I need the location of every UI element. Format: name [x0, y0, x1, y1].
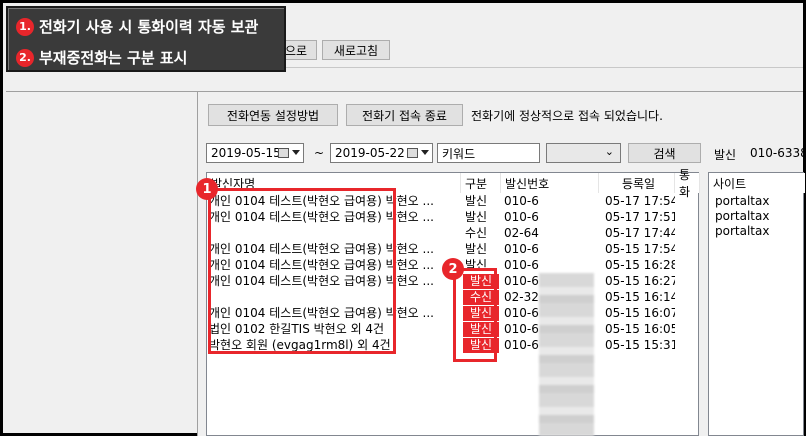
call-type-cell: 발신: [465, 210, 488, 224]
column-header-date[interactable]: 등록일: [599, 173, 675, 193]
date-to-value: 2019-05-22: [335, 146, 405, 160]
registered-date-cell: 05-15 16:28: [605, 258, 675, 272]
site-item[interactable]: portaltax: [715, 194, 769, 209]
number-badge-icon: 1.: [16, 17, 34, 36]
call-type-cell: 수신: [465, 226, 488, 240]
phone-setup-guide-button[interactable]: 전화연동 설정방법: [208, 104, 338, 126]
calendar-icon[interactable]: [407, 148, 418, 158]
chevron-down-icon[interactable]: [292, 150, 300, 155]
search-button[interactable]: 검색: [628, 143, 701, 163]
marker-1: 1: [196, 178, 218, 200]
date-to-picker[interactable]: 2019-05-22: [330, 143, 433, 163]
phone-disconnect-button[interactable]: 전화기 접속 종료: [346, 104, 463, 126]
registered-date-cell: 05-17 17:54: [605, 194, 675, 208]
marker-2: 2: [442, 258, 464, 280]
site-item[interactable]: portaltax: [715, 224, 769, 239]
call-history-panel: 전화연동 설정방법 전화기 접속 종료 전화기에 정상적으로 접속 되었습니다.…: [196, 92, 806, 436]
site-list[interactable]: 사이트 portaltax portaltax portaltax: [708, 172, 805, 436]
registered-date-cell: 05-15 16:07: [605, 306, 675, 320]
number-badge-icon: 2.: [16, 48, 34, 67]
registered-date-cell: 05-15 16:27: [605, 274, 675, 288]
registered-date-cell: 05-17 17:51: [605, 210, 675, 224]
column-header-call[interactable]: 통화: [675, 168, 700, 199]
registered-date-cell: 05-15 16:05: [605, 322, 675, 336]
feature-callout: 1. 전화기 사용 시 통화이력 자동 보관 2. 부재중전화는 구분 표시: [6, 6, 286, 72]
highlight-box-missed: [453, 268, 497, 362]
column-header-site[interactable]: 사이트: [709, 173, 805, 193]
date-from-picker[interactable]: 2019-05-15: [206, 143, 304, 163]
caller-number-cell: 010-6: [504, 194, 539, 208]
caller-number-cell: 02-64: [504, 226, 539, 240]
caller-number-cell: 02-32: [504, 290, 539, 304]
callout-item-2-text: 부재중전화는 구분 표시: [39, 49, 188, 67]
registered-date-cell: 05-15 16:14: [605, 290, 675, 304]
keyword-placeholder: 키워드: [442, 146, 476, 161]
caller-number-cell: 010-6: [504, 258, 539, 272]
caller-number-cell: 010-6: [504, 274, 539, 288]
chevron-down-icon[interactable]: [421, 150, 429, 155]
redacted-numbers: [539, 273, 594, 436]
highlight-box-history: [208, 188, 396, 354]
date-from-value: 2019-05-15: [211, 146, 281, 160]
filter-select[interactable]: ⌄: [546, 143, 621, 163]
caller-number-cell: 010-6: [504, 306, 539, 320]
call-type-cell: 발신: [465, 242, 488, 256]
caller-number-cell: 010-6: [504, 242, 539, 256]
callout-item-1: 1. 전화기 사용 시 통화이력 자동 보관: [16, 16, 258, 37]
registered-date-cell: 05-17 17:44: [605, 226, 675, 240]
caller-number-cell: 010-6: [504, 210, 539, 224]
registered-date-cell: 05-15 15:31: [605, 338, 675, 352]
chevron-down-icon[interactable]: ⌄: [605, 145, 614, 158]
keyword-input[interactable]: 키워드: [437, 143, 540, 163]
connection-status-text: 전화기에 정상적으로 접속 되었습니다.: [471, 109, 663, 123]
callout-item-1-text: 전화기 사용 시 통화이력 자동 보관: [39, 18, 259, 36]
date-range-separator: ~: [314, 146, 325, 160]
registered-date-cell: 05-15 17:54: [605, 242, 675, 256]
caller-number-cell: 010-6: [504, 338, 539, 352]
column-header-number[interactable]: 발신번호: [501, 173, 599, 193]
caller-label: 발신: [714, 148, 737, 162]
refresh-button[interactable]: 새로고침: [322, 40, 390, 60]
caller-number-cell: 010-6: [504, 322, 539, 336]
caller-number: 010-6338-: [750, 146, 806, 160]
calendar-icon[interactable]: [278, 148, 289, 158]
site-item[interactable]: portaltax: [715, 209, 769, 224]
call-type-cell: 발신: [465, 194, 488, 208]
callout-item-2: 2. 부재중전화는 구분 표시: [16, 47, 187, 68]
column-header-type[interactable]: 구분: [461, 173, 501, 193]
